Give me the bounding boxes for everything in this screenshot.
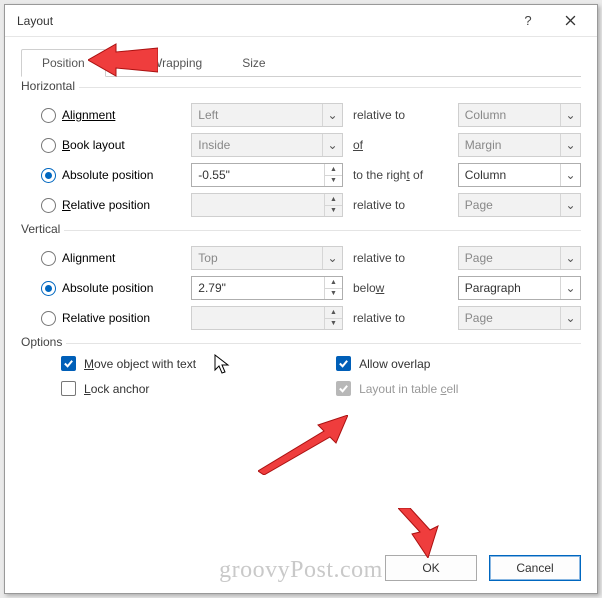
window-title: Layout — [17, 14, 507, 28]
v-relative-radio[interactable] — [41, 311, 56, 326]
spin-down-icon[interactable]: ▼ — [325, 319, 342, 330]
h-alignment-relative-combo[interactable]: Column ⌄ — [458, 103, 581, 127]
v-alignment-relative-combo[interactable]: Page ⌄ — [458, 246, 581, 270]
layout-dialog: Layout ? Position Text Wrapping Size Hor… — [4, 4, 598, 594]
h-relative-radio[interactable] — [41, 198, 56, 213]
chevron-down-icon: ⌄ — [560, 247, 580, 269]
h-absolute-rightof-combo[interactable]: Column ⌄ — [458, 163, 581, 187]
h-booklayout-of-combo[interactable]: Margin ⌄ — [458, 133, 581, 157]
horizontal-group: Horizontal Alignment Left ⌄ relative to … — [21, 87, 581, 220]
spin-up-icon[interactable]: ▲ — [325, 277, 342, 289]
chevron-down-icon: ⌄ — [560, 134, 580, 156]
h-alignment-combo[interactable]: Left ⌄ — [191, 103, 343, 127]
v-alignment-radio[interactable] — [41, 251, 56, 266]
help-button[interactable]: ? — [507, 6, 549, 36]
layout-in-table-cell-checkbox — [336, 381, 351, 396]
allow-overlap-checkbox[interactable] — [336, 356, 351, 371]
h-relative-spinner[interactable]: ▲ ▼ — [191, 193, 343, 217]
cancel-button[interactable]: Cancel — [489, 555, 581, 581]
ok-button[interactable]: OK — [385, 555, 477, 581]
v-absolute-radio[interactable] — [41, 281, 56, 296]
spin-down-icon[interactable]: ▼ — [325, 289, 342, 300]
h-absolute-spinner[interactable]: -0.55" ▲ ▼ — [191, 163, 343, 187]
spin-up-icon[interactable]: ▲ — [325, 194, 342, 206]
v-alignment-combo[interactable]: Top ⌄ — [191, 246, 343, 270]
dialog-buttons: OK Cancel — [5, 547, 597, 593]
spin-down-icon[interactable]: ▼ — [325, 206, 342, 217]
h-relative-relative-combo[interactable]: Page ⌄ — [458, 193, 581, 217]
titlebar: Layout ? — [5, 5, 597, 37]
chevron-down-icon: ⌄ — [560, 307, 580, 329]
spin-up-icon[interactable]: ▲ — [325, 164, 342, 176]
chevron-down-icon: ⌄ — [322, 247, 342, 269]
close-button[interactable] — [549, 6, 591, 36]
h-booklayout-radio[interactable] — [41, 138, 56, 153]
options-legend: Options — [21, 335, 66, 349]
tab-text-wrapping[interactable]: Text Wrapping — [106, 50, 222, 76]
vertical-legend: Vertical — [21, 222, 64, 236]
horizontal-legend: Horizontal — [21, 79, 79, 93]
move-with-text-checkbox[interactable] — [61, 356, 76, 371]
h-booklayout-combo[interactable]: Inside ⌄ — [191, 133, 343, 157]
v-absolute-below-combo[interactable]: Paragraph ⌄ — [458, 276, 581, 300]
chevron-down-icon: ⌄ — [560, 194, 580, 216]
vertical-group: Vertical Alignment Top ⌄ relative to Pag… — [21, 230, 581, 333]
chevron-down-icon: ⌄ — [560, 277, 580, 299]
tab-size[interactable]: Size — [222, 50, 285, 76]
h-absolute-radio[interactable] — [41, 168, 56, 183]
chevron-down-icon: ⌄ — [322, 134, 342, 156]
lock-anchor-checkbox[interactable] — [61, 381, 76, 396]
v-relative-spinner[interactable]: ▲ ▼ — [191, 306, 343, 330]
spin-up-icon[interactable]: ▲ — [325, 307, 342, 319]
chevron-down-icon: ⌄ — [322, 104, 342, 126]
v-relative-relative-combo[interactable]: Page ⌄ — [458, 306, 581, 330]
h-alignment-radio[interactable] — [41, 108, 56, 123]
v-absolute-spinner[interactable]: 2.79" ▲ ▼ — [191, 276, 343, 300]
chevron-down-icon: ⌄ — [560, 104, 580, 126]
tabstrip: Position Text Wrapping Size — [21, 49, 581, 77]
chevron-down-icon: ⌄ — [560, 164, 580, 186]
options-group: Options Move object with text Lock ancho… — [21, 343, 581, 404]
spin-down-icon[interactable]: ▼ — [325, 176, 342, 187]
tab-position[interactable]: Position — [21, 49, 106, 77]
